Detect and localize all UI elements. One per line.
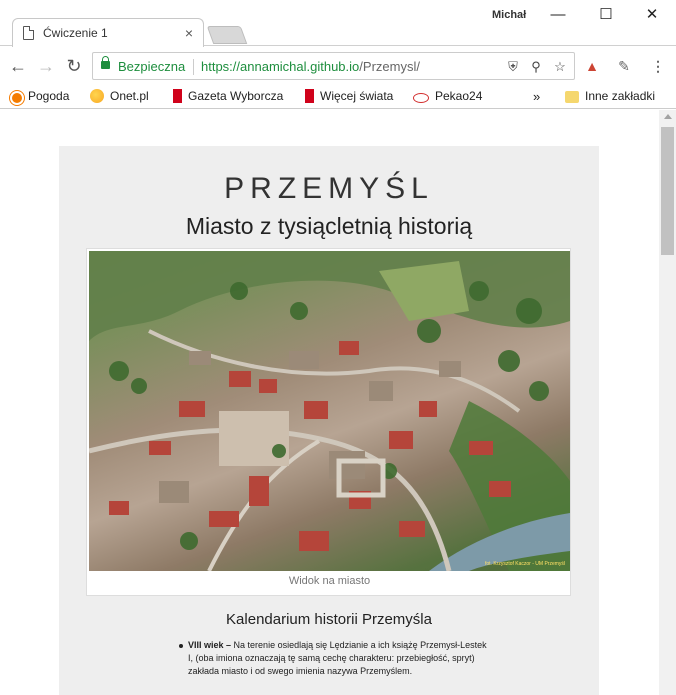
vertical-scrollbar[interactable] — [659, 110, 676, 695]
maximize-icon[interactable]: ☐ — [588, 4, 624, 26]
list-item: VIII wiek – Na terenie osiedlają się Lęd… — [179, 639, 488, 678]
timeline-text: Na terenie osiedlają się Lędzianie a ich… — [188, 640, 487, 676]
pekao-icon — [413, 93, 429, 103]
lock-icon — [101, 56, 110, 69]
onet-icon — [90, 89, 104, 103]
tab-title: Ćwiczenie 1 — [43, 26, 108, 40]
bookmark-label: Pogoda — [28, 89, 70, 103]
address-bar[interactable]: Bezpieczna https://annamichal.github.io/… — [92, 52, 575, 80]
other-bookmarks[interactable]: Inne zakładki — [565, 89, 655, 103]
url-path: /Przemysl/ — [359, 59, 420, 74]
other-bookmarks-label: Inne zakładki — [585, 89, 656, 103]
gw-icon — [173, 89, 182, 103]
bookmark-label: Onet.pl — [110, 89, 149, 103]
timeline-list: VIII wiek – Na terenie osiedlają się Lęd… — [179, 639, 488, 678]
close-icon[interactable]: ✕ — [634, 4, 670, 26]
bookmark-label: Więcej świata — [320, 89, 394, 103]
bookmarks-overflow-chevron[interactable]: » — [533, 89, 540, 104]
section-title: Kalendarium historii Przemyśla — [226, 611, 432, 628]
page-title: PRZEMYŚL — [224, 172, 434, 205]
sun-icon — [12, 93, 22, 103]
page-viewport: PRZEMYŚL Miasto z tysiącletnią historią — [0, 110, 659, 695]
minimize-icon[interactable]: — — [540, 4, 576, 26]
browser-toolbar: ← → ↻ Bezpieczna https://annamichal.gith… — [0, 47, 676, 85]
bookmark-label: Gazeta Wyborcza — [188, 89, 284, 103]
document-icon — [23, 26, 34, 40]
browser-tab[interactable]: Ćwiczenie 1 × — [12, 18, 204, 47]
scroll-thumb[interactable] — [661, 127, 674, 255]
timeline-period: VIII wiek – — [188, 640, 232, 650]
scroll-up-arrow-icon[interactable] — [664, 114, 672, 119]
gw-icon — [305, 89, 314, 103]
bookmark-pogoda[interactable]: Pogoda — [10, 89, 69, 103]
forward-arrow-icon[interactable]: → — [34, 54, 58, 78]
bookmark-label: Pekao24 — [435, 89, 483, 103]
secure-label: Bezpieczna — [118, 59, 186, 74]
menu-kebab-icon[interactable]: ⋮ — [648, 56, 668, 76]
zoom-icon[interactable]: ⚲ — [527, 58, 545, 76]
tab-close-icon[interactable]: × — [185, 25, 193, 41]
shield-blocked-icon[interactable]: ⛨ — [504, 58, 522, 76]
title-bar: Ćwiczenie 1 × Michał — ☐ ✕ — [0, 0, 676, 47]
new-tab-button[interactable] — [206, 26, 248, 44]
reload-icon[interactable]: ↻ — [62, 54, 86, 78]
city-figure: fot. Krzysztof Kaczor - UM Przemyśl Wido… — [86, 248, 571, 596]
page-subtitle: Miasto z tysiącletnią historią — [185, 213, 473, 239]
back-arrow-icon[interactable]: ← — [6, 54, 30, 78]
eyedropper-extension-icon[interactable]: ✎ — [614, 56, 634, 76]
profile-name[interactable]: Michał — [492, 9, 526, 21]
url-text[interactable]: https://annamichal.github.io/Przemysl/ — [201, 59, 420, 74]
bookmark-wiecej-swiata[interactable]: Więcej świata — [305, 89, 393, 103]
divider — [193, 59, 194, 75]
bookmark-star-icon[interactable]: ☆ — [551, 58, 569, 76]
bullet-icon — [179, 644, 183, 648]
bookmark-gazeta-wyborcza[interactable]: Gazeta Wyborcza — [173, 89, 283, 103]
aerial-city-photo: fot. Krzysztof Kaczor - UM Przemyśl — [89, 251, 570, 571]
photo-watermark: fot. Krzysztof Kaczor - UM Przemyśl — [485, 561, 565, 567]
bookmark-pekao24[interactable]: Pekao24 — [413, 89, 482, 103]
url-base: https://annamichal.github.io — [201, 59, 360, 74]
bookmark-onet[interactable]: Onet.pl — [90, 89, 149, 103]
photo-caption: Widok na miasto — [288, 575, 371, 587]
folder-icon — [565, 91, 579, 103]
pdf-extension-icon[interactable]: ▲ — [582, 56, 602, 76]
bookmarks-bar: Pogoda Onet.pl Gazeta Wyborcza Więcej św… — [0, 85, 676, 109]
content-card: PRZEMYŚL Miasto z tysiącletnią historią — [59, 146, 599, 695]
